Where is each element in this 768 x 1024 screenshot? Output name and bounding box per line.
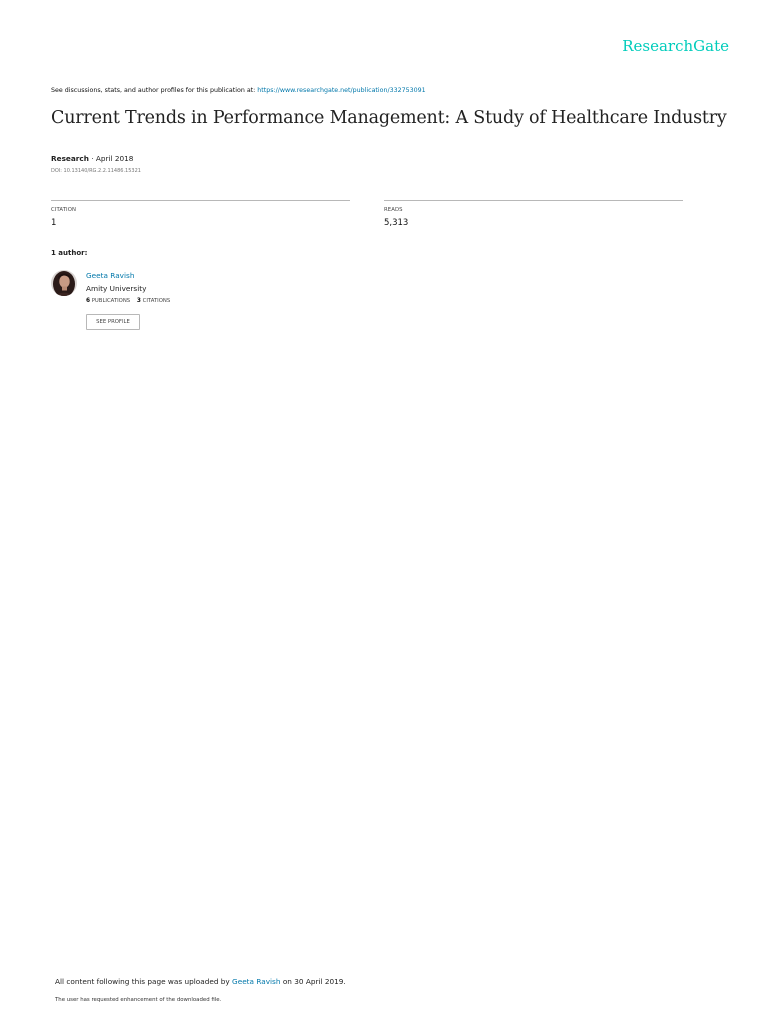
citation-label: CITATION: [51, 207, 77, 213]
author-stats: 6 PUBLICATIONS 3 CITATIONS: [86, 298, 170, 304]
uploader-link[interactable]: Geeta Ravish: [232, 977, 280, 986]
reads-count: 5,313: [384, 218, 409, 228]
citation-count: 1: [51, 218, 57, 228]
author-name-link[interactable]: Geeta Ravish: [86, 271, 134, 280]
see-profile-button[interactable]: SEE PROFILE: [86, 314, 140, 330]
date-separator: ·: [88, 154, 96, 163]
authors-heading: 1 author:: [51, 249, 88, 257]
publications-label: PUBLICATIONS: [91, 298, 131, 304]
citations-label: CITATIONS: [142, 298, 171, 304]
enhancement-note: The user has requested enhancement of th…: [55, 997, 222, 1003]
publication-meta: Research · April 2018: [51, 154, 133, 163]
citation-divider: [51, 200, 350, 201]
citations-count: 3: [136, 298, 141, 304]
publication-doi: DOI: 10.13140/RG.2.2.11486.15321: [51, 168, 141, 174]
discussion-line: See discussions, stats, and author profi…: [51, 87, 426, 94]
author-photo: [51, 270, 77, 296]
upload-prefix: All content following this page was uplo…: [55, 977, 233, 986]
upload-suffix: on 30 April 2019.: [280, 977, 346, 986]
publication-date: April 2018: [95, 154, 134, 163]
author-institution: Amity University: [86, 284, 147, 293]
upload-notice: All content following this page was uplo…: [55, 977, 346, 986]
publications-count: 6: [86, 298, 91, 304]
discussion-prefix: See discussions, stats, and author profi…: [51, 87, 258, 94]
researchgate-logo[interactable]: ResearchGate: [622, 37, 729, 55]
publication-type: Research: [51, 154, 89, 163]
publication-url-link[interactable]: https://www.researchgate.net/publication…: [257, 87, 425, 94]
publication-title: Current Trends in Performance Management…: [51, 108, 727, 128]
reads-label: READS: [384, 207, 403, 213]
author-avatar[interactable]: [51, 270, 77, 296]
reads-divider: [384, 200, 683, 201]
